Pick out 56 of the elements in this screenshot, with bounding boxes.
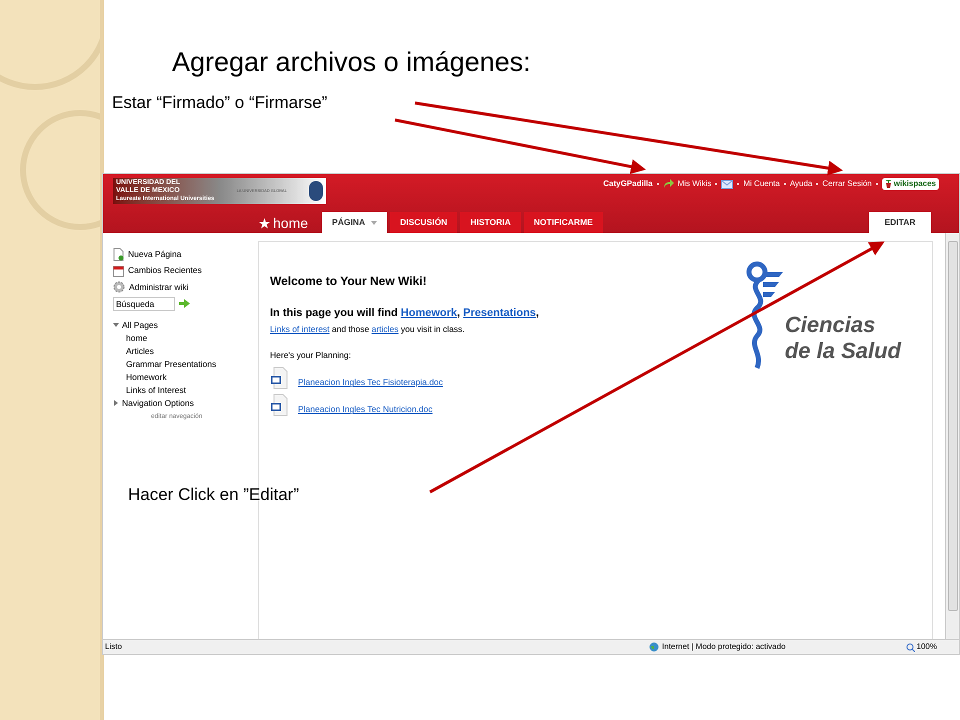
search-field[interactable]: Búsqueda [113, 296, 175, 310]
expanded-triangle-icon [113, 322, 119, 328]
plant-icon [884, 180, 892, 188]
calendar-icon [113, 264, 124, 277]
word-document-icon [270, 367, 288, 389]
wikispaces-badge[interactable]: wikispaces [882, 178, 939, 190]
collapsed-triangle-icon [113, 400, 119, 406]
arrow-icon [662, 179, 674, 189]
tree-item[interactable]: Articles [113, 344, 258, 358]
header-link[interactable]: Cerrar Sesión [822, 178, 872, 190]
header-link[interactable]: CatyGPadilla [603, 178, 653, 190]
callout-text: Hacer Click en ”Editar” [128, 484, 299, 506]
edit-button[interactable]: EDITAR [869, 212, 931, 233]
link[interactable]: Homework [400, 307, 458, 319]
go-arrow-icon[interactable] [179, 299, 190, 308]
gear-icon [113, 281, 125, 294]
planning-label: Here's your Planning: [270, 349, 352, 362]
intro-text: Links of interest and those articles you visit in class. [270, 322, 466, 336]
sidebar-link[interactable]: Cambios Recientes [113, 262, 258, 279]
tree-item[interactable]: Grammar Presentations [113, 358, 258, 370]
intro-text: In this page you will find Homework, Presentations, [270, 306, 539, 321]
mail-icon[interactable] [721, 180, 734, 188]
logo-text: Ciencias [784, 312, 876, 338]
tab[interactable]: PÁGINA [322, 212, 388, 233]
caduceus-icon [744, 260, 783, 370]
link[interactable]: Links of interest [270, 324, 330, 334]
tree-item[interactable]: All Pages [113, 318, 258, 332]
new-page-icon [113, 248, 124, 261]
file-link[interactable]: Planeacion Ingles Tec Fisioterapia.doc [298, 376, 443, 389]
header-link[interactable]: Mis Wikis [678, 178, 712, 190]
word-document-icon [270, 394, 288, 416]
slide-title: Agregar archivos o imágenes: [172, 46, 531, 79]
zoom-icon[interactable] [906, 642, 915, 652]
zone-text: Internet | Modo protegido: activado [662, 641, 786, 653]
star-icon [259, 218, 270, 228]
callout-text: Estar “Firmado” o “Firmarse” [112, 92, 328, 114]
sidebar-link[interactable]: Administrar wiki [113, 279, 258, 296]
welcome-heading: Welcome to Your New Wiki! [270, 273, 428, 290]
tree-item[interactable]: Navigation Options [113, 396, 258, 410]
logo-text: de la Salud [784, 338, 901, 364]
tree-item[interactable]: Homework [113, 370, 258, 384]
tab[interactable]: HISTORIA [460, 212, 521, 233]
header-link[interactable]: Mi Cuenta [743, 178, 780, 190]
tree-item[interactable]: Links of Interest [113, 384, 258, 396]
file-link[interactable]: Planeacion Ingles Tec Nutricion.doc [298, 403, 433, 416]
header-link[interactable]: Ayuda [790, 178, 812, 190]
tree-item[interactable]: home [113, 332, 258, 344]
home-link[interactable]: home [259, 213, 308, 233]
zoom-level[interactable]: 100% [916, 641, 937, 653]
tab[interactable]: NOTIFICARME [524, 212, 603, 233]
link[interactable]: articles [372, 324, 399, 334]
tab[interactable]: DISCUSIÓN [390, 212, 458, 233]
caret-icon [371, 220, 378, 224]
status-text: Listo [105, 641, 122, 653]
sidebar-link[interactable]: Nueva Página [113, 246, 258, 262]
link[interactable]: Presentations [463, 307, 536, 319]
